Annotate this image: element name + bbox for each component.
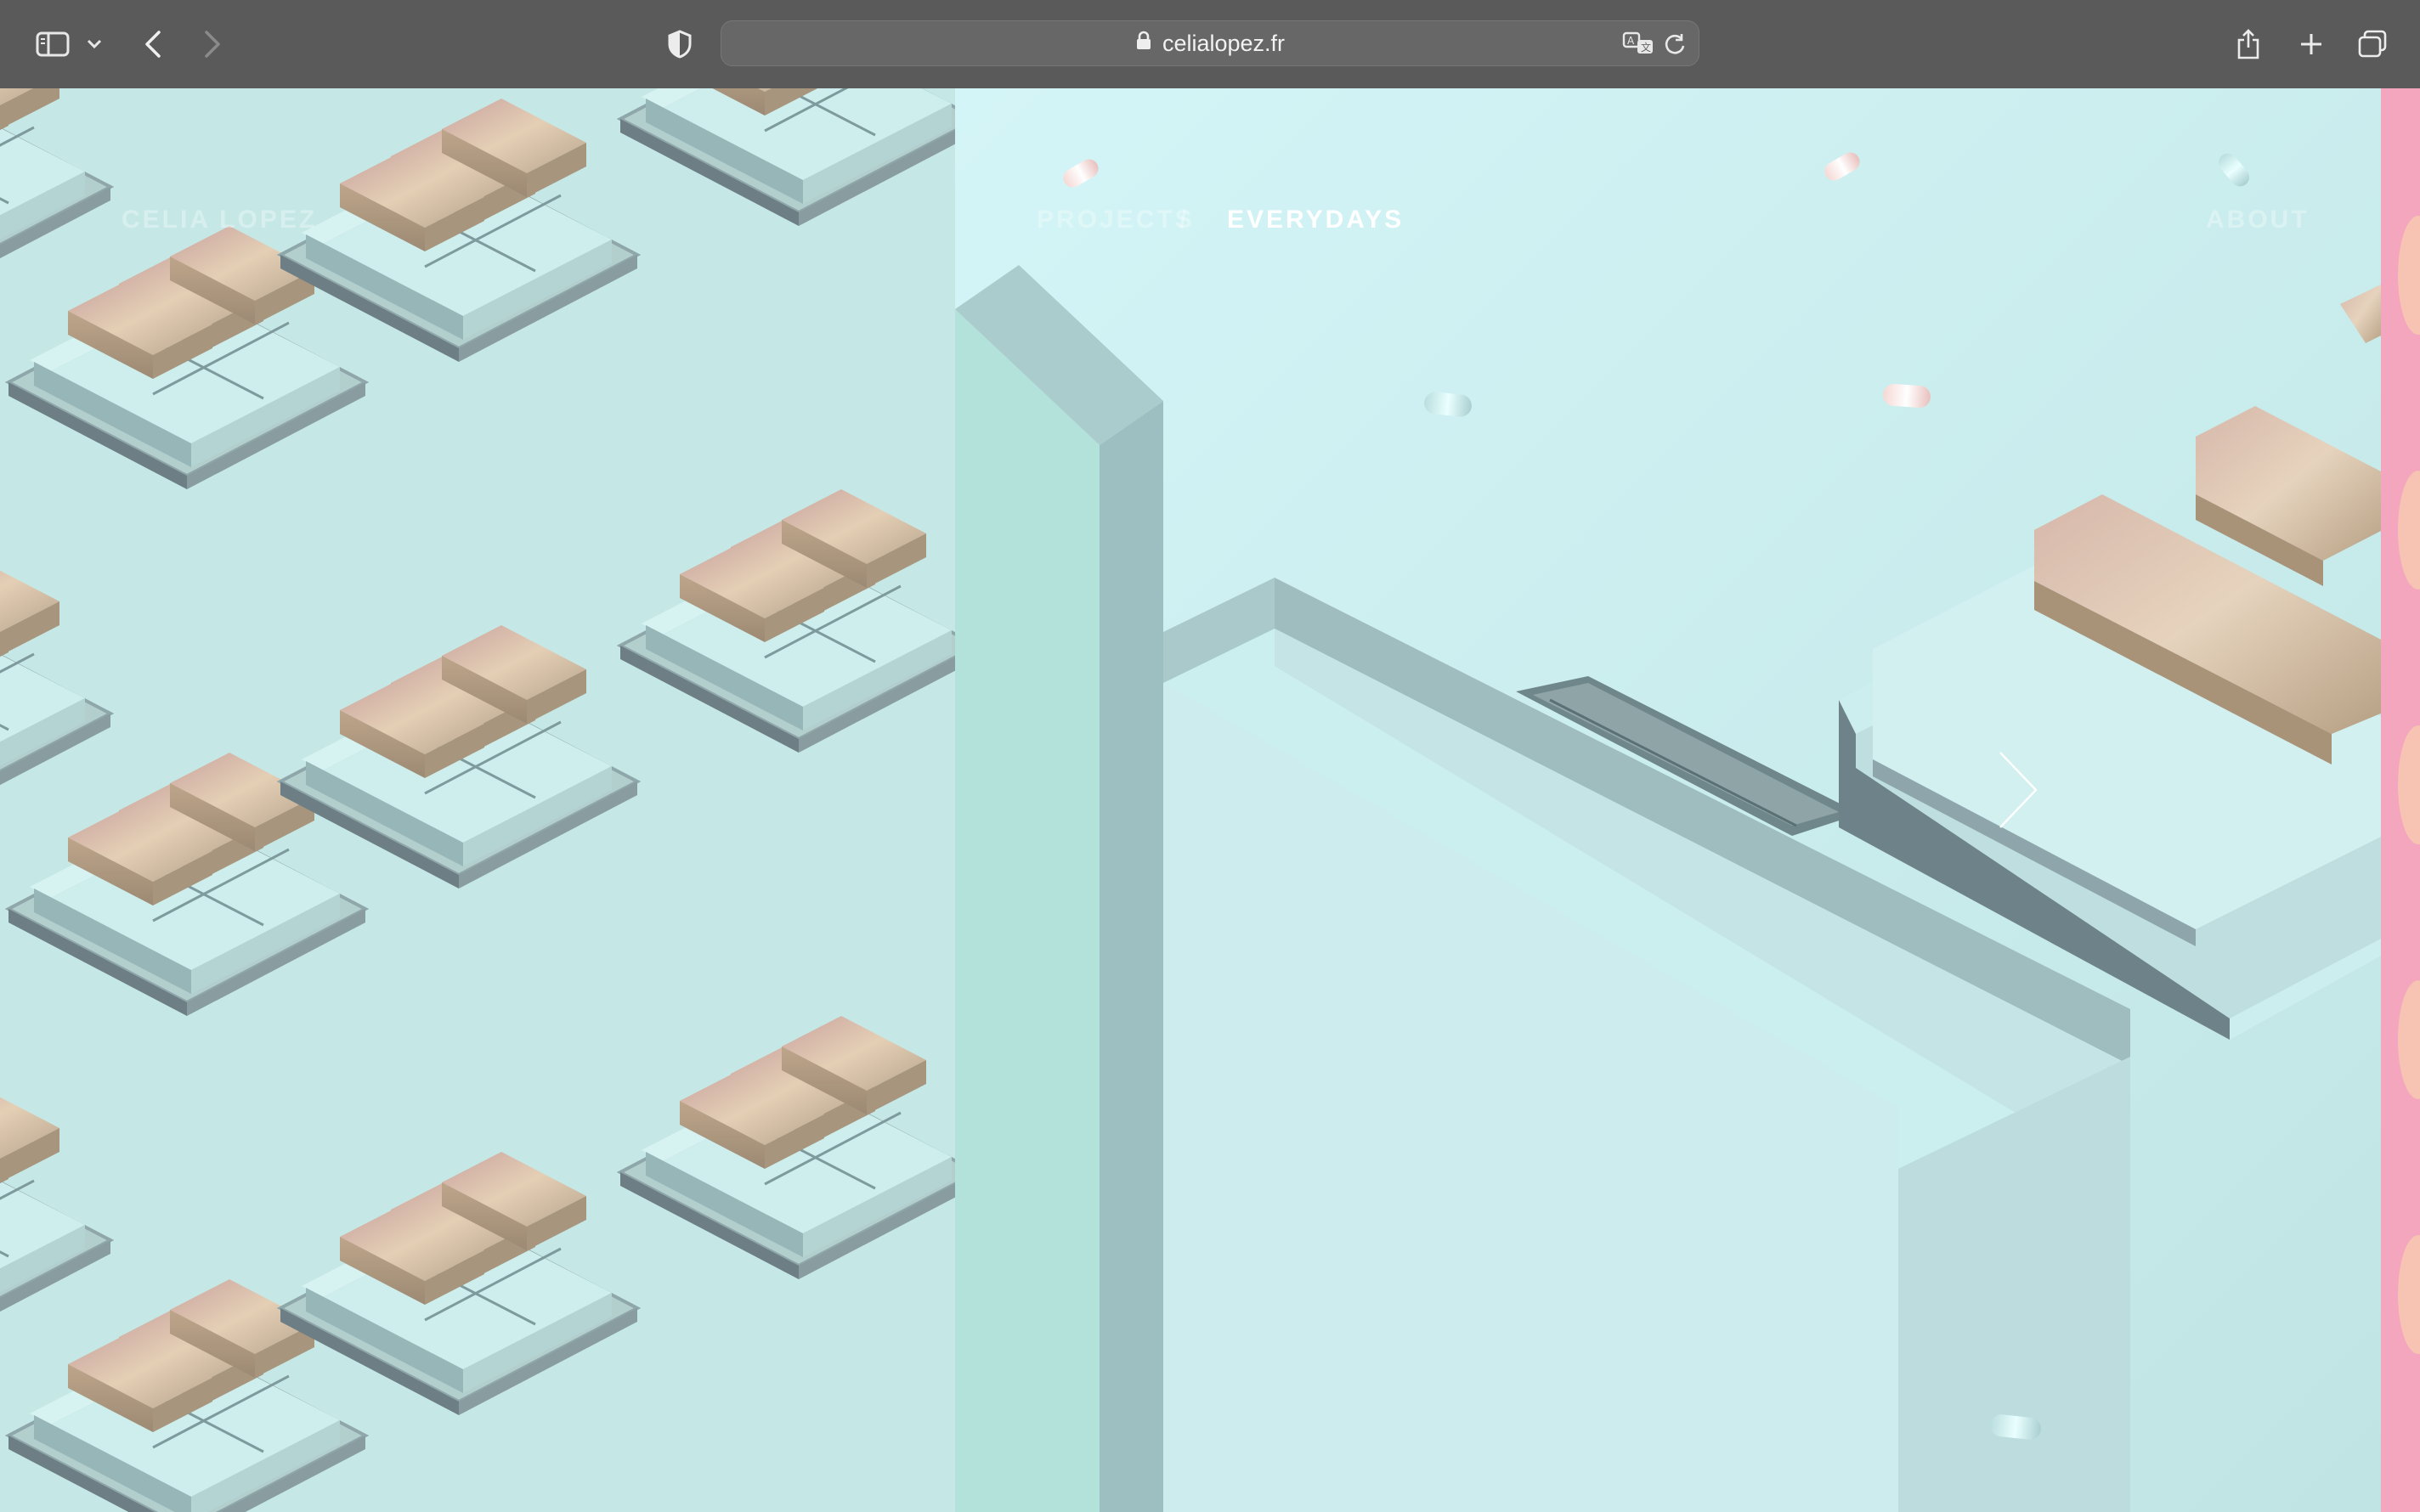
nav-about[interactable]: ABOUT xyxy=(2206,206,2310,234)
nav-projects[interactable]: PROJECTS xyxy=(1037,206,1195,234)
lock-icon xyxy=(1135,31,1152,57)
translate-icon[interactable]: A文 xyxy=(1622,30,1656,61)
forward-button[interactable] xyxy=(195,19,229,70)
tabs-overview-icon[interactable] xyxy=(2355,19,2389,70)
browser-toolbar: celialopez.fr A文 xyxy=(0,0,2420,89)
chevron-down-icon[interactable] xyxy=(82,19,107,70)
back-button[interactable] xyxy=(136,19,170,70)
plus-icon[interactable] xyxy=(2294,19,2328,70)
next-project-thumbnail[interactable] xyxy=(2381,88,2420,1512)
svg-text:文: 文 xyxy=(1641,41,1651,54)
url-text: celialopez.fr xyxy=(1162,30,1286,56)
svg-text:A: A xyxy=(1627,35,1635,47)
address-bar[interactable]: celialopez.fr A文 xyxy=(721,20,1699,66)
page-viewport: CELIA LOPEZ PROJECTS / EVERYDAYS ABOUT xyxy=(0,88,2420,1512)
nav-separator: / xyxy=(1179,206,1190,234)
site-logo[interactable]: CELIA LOPEZ xyxy=(122,206,317,234)
share-icon[interactable] xyxy=(2231,19,2265,70)
project-thumbnail-pattern[interactable]: CELIA LOPEZ xyxy=(0,88,955,1512)
shield-icon[interactable] xyxy=(663,19,697,70)
sidebar-icon[interactable] xyxy=(31,19,75,70)
featured-slide: PROJECTS / EVERYDAYS ABOUT xyxy=(955,88,2381,1512)
nav-everydays[interactable]: EVERYDAYS xyxy=(1227,206,1404,234)
reload-icon[interactable] xyxy=(1663,32,1687,60)
chevron-right-icon[interactable] xyxy=(1992,748,2043,832)
